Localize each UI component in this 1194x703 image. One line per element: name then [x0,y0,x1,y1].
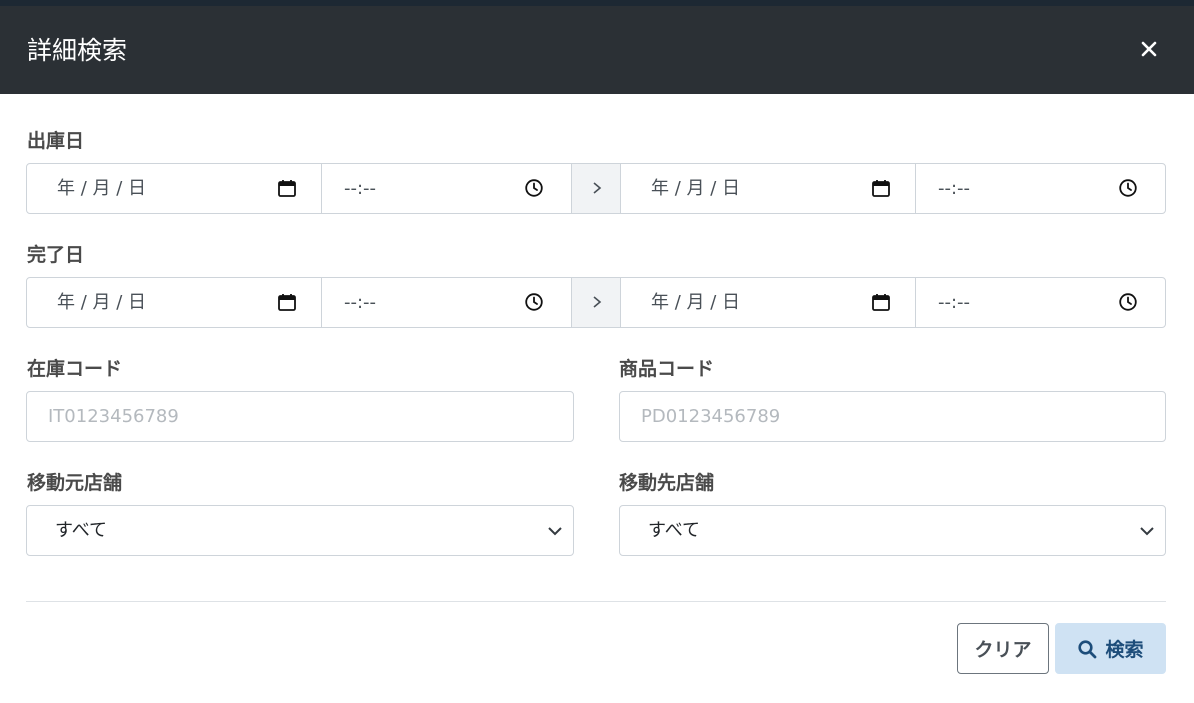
completion-date-from-time[interactable]: --:-- [321,278,571,327]
stock-code-label: 在庫コード [27,358,123,380]
clear-button-label: クリア [974,639,1032,661]
range-separator [571,164,621,213]
completion-date-range: 年 / 月 / 日 --:-- 年 / 月 / 日 --:-- [26,277,1166,328]
date-placeholder: 年 / 月 / 日 [651,178,741,199]
time-placeholder: --:-- [344,178,377,199]
time-placeholder: --:-- [938,292,971,313]
completion-date-from-date[interactable]: 年 / 月 / 日 [27,278,321,327]
date-placeholder: 年 / 月 / 日 [651,292,741,313]
search-icon [1078,639,1097,658]
shipping-date-from-time[interactable]: --:-- [321,164,571,213]
source-store-label: 移動元店舗 [27,472,123,494]
time-placeholder: --:-- [938,178,971,199]
calendar-icon[interactable] [277,178,297,198]
footer-divider [26,601,1166,602]
completion-date-label: 完了日 [27,244,85,266]
chevron-down-icon [548,527,562,536]
search-button[interactable]: 検索 [1055,623,1166,674]
destination-store-selected: すべて [648,520,701,541]
time-placeholder: --:-- [344,292,377,313]
calendar-icon[interactable] [871,292,891,312]
clock-icon[interactable] [524,292,544,312]
clear-button[interactable]: クリア [957,623,1049,674]
search-button-label: 検索 [1105,639,1144,661]
destination-store-select[interactable]: すべて [619,505,1166,556]
completion-date-to-date[interactable]: 年 / 月 / 日 [621,278,915,327]
completion-date-to-time[interactable]: --:-- [915,278,1165,327]
date-placeholder: 年 / 月 / 日 [57,292,147,313]
calendar-icon[interactable] [277,292,297,312]
chevron-down-icon [1140,527,1154,536]
chevron-right-icon [593,296,602,308]
shipping-date-range: 年 / 月 / 日 --:-- 年 / 月 / 日 --:-- [26,163,1166,214]
shipping-date-from-date[interactable]: 年 / 月 / 日 [27,164,321,213]
clock-icon[interactable] [1118,178,1138,198]
stock-code-input[interactable] [26,391,574,442]
product-code-input[interactable] [619,391,1166,442]
shipping-date-label: 出庫日 [27,130,85,152]
clock-icon[interactable] [524,178,544,198]
destination-store-label: 移動先店舗 [619,472,715,494]
modal-header: 詳細検索 [0,6,1194,94]
close-icon[interactable] [1136,36,1162,62]
date-placeholder: 年 / 月 / 日 [57,178,147,199]
source-store-selected: すべて [55,520,108,541]
calendar-icon[interactable] [871,178,891,198]
product-code-label: 商品コード [619,358,715,380]
chevron-right-icon [593,182,602,194]
shipping-date-to-date[interactable]: 年 / 月 / 日 [621,164,915,213]
modal-title: 詳細検索 [27,36,128,65]
source-store-select[interactable]: すべて [26,505,574,556]
range-separator [571,278,621,327]
clock-icon[interactable] [1118,292,1138,312]
shipping-date-to-time[interactable]: --:-- [915,164,1165,213]
